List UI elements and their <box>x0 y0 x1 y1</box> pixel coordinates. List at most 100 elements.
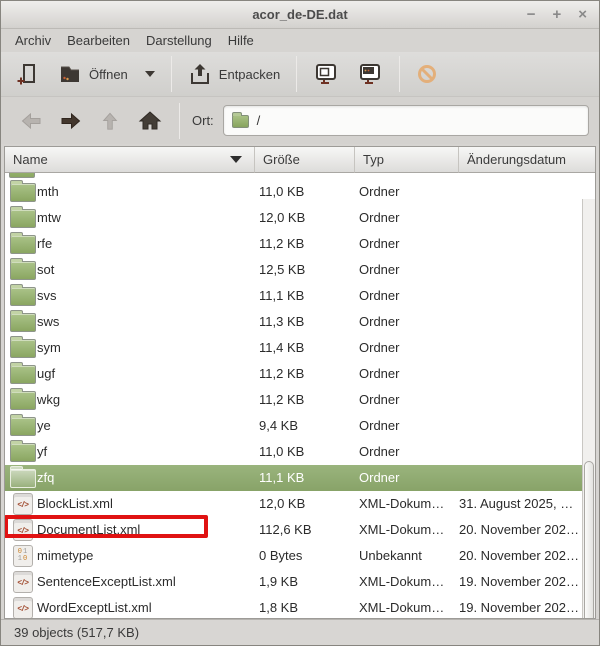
open-button[interactable]: Öffnen <box>49 57 164 91</box>
table-row[interactable]: </>WordExceptList.xml 1,8 KB XML-Dokum… 19.… <box>5 595 582 618</box>
table-row[interactable]: rfe11,2 KBOrdner <box>5 231 582 257</box>
table-row[interactable]: zfq11,1 KBOrdner <box>5 465 582 491</box>
extract-icon <box>188 62 212 86</box>
archive-manager-window: acor_de-DE.dat − + × Archiv Bearbeiten D… <box>0 0 600 646</box>
up-button[interactable] <box>91 105 129 137</box>
open-folder-icon <box>58 62 82 86</box>
cell-name: SentenceExceptList.xml <box>37 569 176 595</box>
cell-size: 11,4 KB <box>259 335 304 361</box>
location-label: Ort: <box>192 113 214 128</box>
table-row[interactable]: ugf11,2 KBOrdner <box>5 361 582 387</box>
table-row[interactable]: 0110mimetype0 BytesUnbekannt20. November… <box>5 543 582 569</box>
cell-name: BlockList.xml <box>37 491 113 517</box>
cell-name: mtw <box>37 205 61 231</box>
cell-name: sym <box>37 335 61 361</box>
menu-archiv[interactable]: Archiv <box>7 31 59 50</box>
close-button[interactable]: × <box>578 7 587 22</box>
column-header-type[interactable]: Typ <box>355 147 459 173</box>
chevron-down-icon[interactable] <box>145 71 155 77</box>
cell-size: 12,0 KB <box>259 491 305 517</box>
column-header-name[interactable]: Name <box>5 147 255 173</box>
xml-file-icon: </> <box>13 571 33 593</box>
view-all-files-button[interactable] <box>304 56 348 92</box>
cell-date: 20. November 202… <box>459 543 579 569</box>
table-row[interactable]: ye9,4 KBOrdner <box>5 413 582 439</box>
new-archive-icon <box>16 62 40 86</box>
cell-date: 31. August 2025, … <box>459 491 573 517</box>
maximize-button[interactable]: + <box>552 7 561 22</box>
home-button[interactable] <box>129 103 171 139</box>
cell-date: 19. November 202… <box>459 569 579 595</box>
cell-name: mimetype <box>37 543 93 569</box>
folder-icon <box>10 469 36 488</box>
vertical-scrollbar[interactable] <box>582 199 595 618</box>
table-row[interactable]: </>SentenceExceptList.xml1,9 KBXML-Dokum… <box>5 569 582 595</box>
table-row[interactable]: sym11,4 KBOrdner <box>5 335 582 361</box>
folder-icon <box>10 365 36 384</box>
cell-size: 11,0 KB <box>259 439 304 465</box>
column-headers: Name Größe Typ Änderungsdatum <box>5 147 595 173</box>
extract-button-label: Entpacken <box>219 67 280 82</box>
table-row[interactable]: mth11,0 KBOrdner <box>5 179 582 205</box>
binary-file-icon: 0110 <box>13 545 33 567</box>
back-button[interactable] <box>11 104 51 138</box>
table-row[interactable]: sws11,3 KBOrdner <box>5 309 582 335</box>
xml-file-icon: </> <box>13 597 33 618</box>
open-button-label: Öffnen <box>89 67 128 82</box>
cell-type: Ordner <box>359 465 399 491</box>
extract-button[interactable]: Entpacken <box>179 57 289 91</box>
cell-type: XML-Dokum… <box>359 595 444 618</box>
stop-icon <box>416 63 438 85</box>
sort-descending-icon <box>230 156 242 163</box>
location-path: / <box>257 113 261 128</box>
table-row[interactable]: </>DocumentList.xml112,6 KBXML-Dokum…20.… <box>5 517 582 543</box>
scrollbar-thumb[interactable] <box>584 461 594 618</box>
xml-file-icon: </> <box>13 493 33 515</box>
menu-darstellung[interactable]: Darstellung <box>138 31 220 50</box>
cell-type: Ordner <box>359 257 399 283</box>
view-as-folder-icon <box>357 61 383 87</box>
cell-type: Ordner <box>359 361 399 387</box>
page-title: acor_de-DE.dat <box>252 7 347 22</box>
table-row[interactable]: svs11,1 KBOrdner <box>5 283 582 309</box>
status-text: 39 objects (517,7 KB) <box>14 625 139 640</box>
table-row[interactable]: wkg11,2 KBOrdner <box>5 387 582 413</box>
statusbar: 39 objects (517,7 KB) <box>1 619 599 645</box>
cell-name: ye <box>37 413 51 439</box>
cell-name: zfq <box>37 465 54 491</box>
cell-name: mth <box>37 179 59 205</box>
cell-name: DocumentList.xml <box>37 517 140 543</box>
toolbar-separator <box>399 56 400 92</box>
table-row[interactable]: yf11,0 KBOrdner <box>5 439 582 465</box>
cell-type: XML-Dokum… <box>359 517 444 543</box>
view-as-folder-button[interactable] <box>348 56 392 92</box>
table-row[interactable]: sot12,5 KBOrdner <box>5 257 582 283</box>
folder-icon <box>10 339 36 358</box>
folder-icon <box>10 313 36 332</box>
folder-icon <box>10 391 36 410</box>
xml-file-icon: </> <box>13 519 33 541</box>
folder-icon <box>10 443 36 462</box>
cell-type: Ordner <box>359 179 399 205</box>
location-input[interactable]: / <box>223 105 589 136</box>
forward-button[interactable] <box>51 104 91 138</box>
column-header-date[interactable]: Änderungsdatum <box>459 147 595 173</box>
new-archive-button[interactable] <box>7 57 49 91</box>
cell-name: sws <box>37 309 59 335</box>
home-icon <box>138 109 162 133</box>
table-row[interactable]: </>BlockList.xml12,0 KBXML-Dokum…31. Aug… <box>5 491 582 517</box>
cell-type: XML-Dokum… <box>359 569 444 595</box>
toolbar-separator <box>171 56 172 92</box>
column-header-size[interactable]: Größe <box>255 147 355 173</box>
cell-date: 19. November 202… <box>459 595 579 618</box>
table-row[interactable]: mtw12,0 KBOrdner <box>5 205 582 231</box>
menu-bearbeiten[interactable]: Bearbeiten <box>59 31 138 50</box>
cell-size: 1,8 KB <box>259 595 298 618</box>
folder-icon <box>10 183 36 202</box>
cell-type: Ordner <box>359 231 399 257</box>
toolbar: Öffnen Entpacken <box>1 52 599 97</box>
cell-name: WordExceptList.xml <box>37 595 152 618</box>
menu-hilfe[interactable]: Hilfe <box>220 31 262 50</box>
stop-button[interactable] <box>407 58 447 90</box>
minimize-button[interactable]: − <box>527 7 536 22</box>
